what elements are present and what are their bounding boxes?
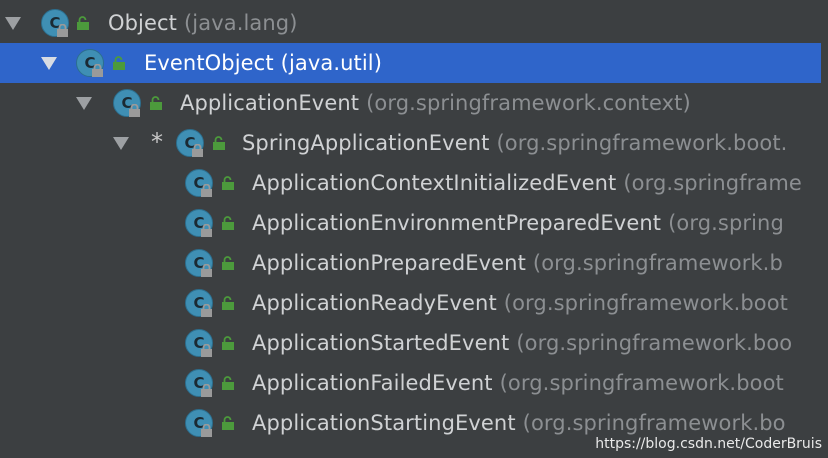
class-icon: C: [185, 329, 213, 357]
class-name: ApplicationPreparedEvent: [252, 251, 526, 275]
public-access-icon: [77, 16, 89, 30]
tree-row-label: ApplicationStartedEvent (org.springframew…: [252, 323, 792, 363]
tree-row-label: ApplicationContextInitializedEvent (org.s…: [252, 163, 802, 203]
public-access-icon: [222, 416, 234, 430]
tree-row-label: ApplicationFailedEvent (org.springframewo…: [252, 363, 784, 403]
class-icon: C: [76, 49, 104, 77]
public-access-icon: [113, 56, 125, 70]
tree-row-object[interactable]: C Object (java.lang): [0, 3, 828, 43]
tree-row-applicationevent[interactable]: C ApplicationEvent (org.springframework.c…: [0, 83, 828, 123]
class-name: SpringApplicationEvent: [242, 131, 490, 155]
package-name: (org.spring: [668, 211, 784, 235]
class-icon: C: [41, 9, 69, 37]
vertical-scrollbar[interactable]: [821, 0, 828, 458]
tree-row-applicationstartedevent[interactable]: C ApplicationStartedEvent (org.springfram…: [0, 323, 828, 363]
class-name: ApplicationReadyEvent: [252, 291, 497, 315]
tree-row-label: ApplicationEnvironmentPreparedEvent (org.…: [252, 203, 784, 243]
tree-row-label: ApplicationReadyEvent (org.springframewor…: [252, 283, 788, 323]
type-hierarchy-tree: C Object (java.lang) C EventObject (java.u…: [0, 0, 828, 458]
expand-arrow-icon[interactable]: [5, 17, 21, 30]
expand-arrow-icon[interactable]: [76, 97, 92, 110]
class-icon: C: [185, 369, 213, 397]
tree-row-label: Object (java.lang): [108, 3, 298, 43]
class-icon: C: [185, 209, 213, 237]
package-name: (org.springframework.bo: [522, 411, 786, 435]
package-name: (java.lang): [184, 11, 298, 35]
public-access-icon: [213, 136, 225, 150]
public-access-icon: [222, 216, 234, 230]
package-name: (org.springframework.b: [532, 251, 783, 275]
tree-row-label: ApplicationPreparedEvent (org.springframe…: [252, 243, 783, 283]
package-name: (java.util): [280, 51, 383, 75]
public-access-icon: [222, 336, 234, 350]
tree-row-label: ApplicationEvent (org.springframework.con…: [180, 83, 691, 123]
class-name: ApplicationContextInitializedEvent: [252, 171, 617, 195]
expand-arrow-icon[interactable]: [41, 57, 57, 70]
public-access-icon: [222, 256, 234, 270]
expand-arrow-icon[interactable]: [113, 137, 129, 150]
tree-row-applicationreadyevent[interactable]: C ApplicationReadyEvent (org.springframew…: [0, 283, 828, 323]
tree-row-applicationcontextinitializedevent[interactable]: C ApplicationContextInitializedEvent (org…: [0, 163, 828, 203]
class-name: EventObject: [144, 51, 274, 75]
package-name: (org.springframework.boot: [503, 291, 789, 315]
class-name: ApplicationStartingEvent: [252, 411, 516, 435]
tree-row-eventobject[interactable]: C EventObject (java.util): [0, 43, 828, 83]
class-name: ApplicationEnvironmentPreparedEvent: [252, 211, 662, 235]
public-access-icon: [150, 96, 162, 110]
tree-row-applicationenvironmentpreparedevent[interactable]: C ApplicationEnvironmentPreparedEvent (or…: [0, 203, 828, 243]
public-access-icon: [222, 176, 234, 190]
focus-marker: *: [151, 128, 163, 156]
package-name: (org.springframe: [623, 171, 802, 195]
class-icon: C: [185, 169, 213, 197]
package-name: (org.springframework.boo: [516, 331, 793, 355]
tree-row-applicationpreparedevent[interactable]: C ApplicationPreparedEvent (org.springfra…: [0, 243, 828, 283]
class-icon: C: [185, 289, 213, 317]
watermark: https://blog.csdn.net/CoderBruis: [595, 436, 822, 452]
class-name: ApplicationFailedEvent: [252, 371, 493, 395]
abstract-class-icon: C: [176, 129, 204, 157]
public-access-icon: [222, 296, 234, 310]
class-name: ApplicationEvent: [180, 91, 360, 115]
package-name: (org.springframework.context): [366, 91, 691, 115]
tree-row-label: EventObject (java.util): [144, 43, 382, 83]
abstract-class-icon: C: [113, 89, 141, 117]
tree-row-applicationfailedevent[interactable]: C ApplicationFailedEvent (org.springframe…: [0, 363, 828, 403]
class-name: Object: [108, 11, 177, 35]
class-icon: C: [185, 409, 213, 437]
class-name: ApplicationStartedEvent: [252, 331, 510, 355]
package-name: (org.springframework.boot: [499, 371, 784, 395]
public-access-icon: [222, 376, 234, 390]
tree-row-springapplicationevent[interactable]: * C SpringApplicationEvent (org.springfra…: [0, 123, 828, 163]
tree-row-label: SpringApplicationEvent (org.springframewo…: [242, 123, 787, 163]
package-name: (org.springframework.boot.: [496, 131, 788, 155]
class-icon: C: [185, 249, 213, 277]
